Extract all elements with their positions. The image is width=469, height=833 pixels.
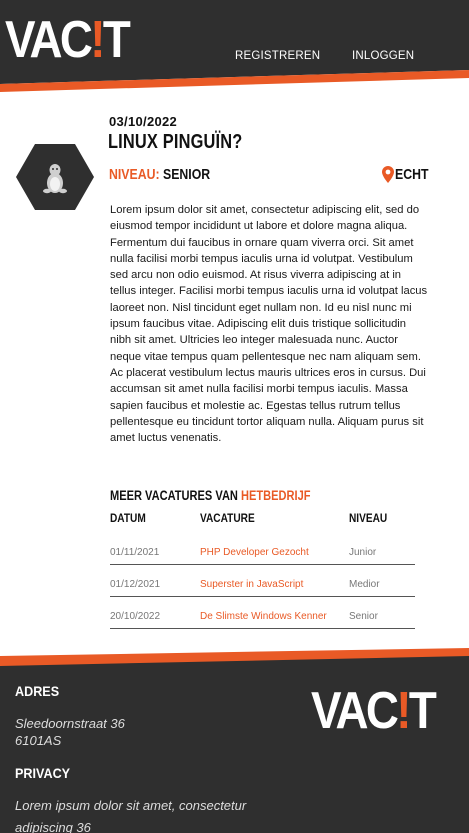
row-level: Senior [349,611,378,622]
row-level: Junior [349,547,377,558]
site-footer: ADRES Sleedoornstraat 36 6101AS PRIVACY … [0,646,469,833]
row-vacancy-link[interactable]: Superster in JavaScript [200,579,303,590]
job-date: 03/10/2022 [109,114,178,129]
privacy-text-line-1: Lorem ipsum dolor sit amet, consectetur [15,798,247,813]
location-name: ECHT [395,166,429,183]
row-date: 20/10/2022 [110,611,161,622]
footer-logo[interactable]: VAC!T [311,685,451,737]
row-date: 01/11/2021 [110,547,160,558]
table-row: 01/12/2021 Superster in JavaScript Medio… [110,573,415,597]
nav-login-link[interactable]: INLOGGEN [352,50,414,62]
table-row: 01/11/2021 PHP Developer Gezocht Junior [110,541,415,565]
column-header-vacancy: VACATURE [200,513,255,525]
job-level: NIVEAU: SENIOR [109,166,210,183]
row-vacancy-link[interactable]: PHP Developer Gezocht [200,547,309,558]
job-location: ECHT [382,166,436,183]
address-street: Sleedoornstraat 36 [15,716,125,731]
address-zip: 6101AS [15,733,62,748]
site-header: VAC!T REGISTREREN INLOGGEN [0,0,469,92]
privacy-text-line-2: adipiscing 36 [15,820,91,833]
job-description: Lorem ipsum dolor sit amet, consectetur … [110,204,428,445]
address-heading: ADRES [15,683,60,699]
company-link[interactable]: HETBEDRIJF [241,488,311,503]
site-logo[interactable]: VAC!T [5,10,145,66]
level-label: NIVEAU: [109,166,160,183]
row-date: 01/12/2021 [110,579,161,590]
row-level: Medior [349,579,380,590]
privacy-heading: PRIVACY [15,765,71,781]
column-header-date: DATUM [110,513,146,525]
table-row: 20/10/2022 De Slimste Windows Kenner Sen… [110,605,415,629]
row-vacancy-link[interactable]: De Slimste Windows Kenner [200,611,327,622]
penguin-icon [16,144,94,210]
nav-register-link[interactable]: REGISTREREN [235,50,320,62]
column-header-level: NIVEAU [349,513,388,525]
map-pin-icon [382,166,394,183]
job-title: LINUX PINGUÏN? [108,131,243,153]
more-vacancies-title: MEER VACATURES VAN HETBEDRIJF [110,488,311,503]
level-value: SENIOR [162,166,211,183]
